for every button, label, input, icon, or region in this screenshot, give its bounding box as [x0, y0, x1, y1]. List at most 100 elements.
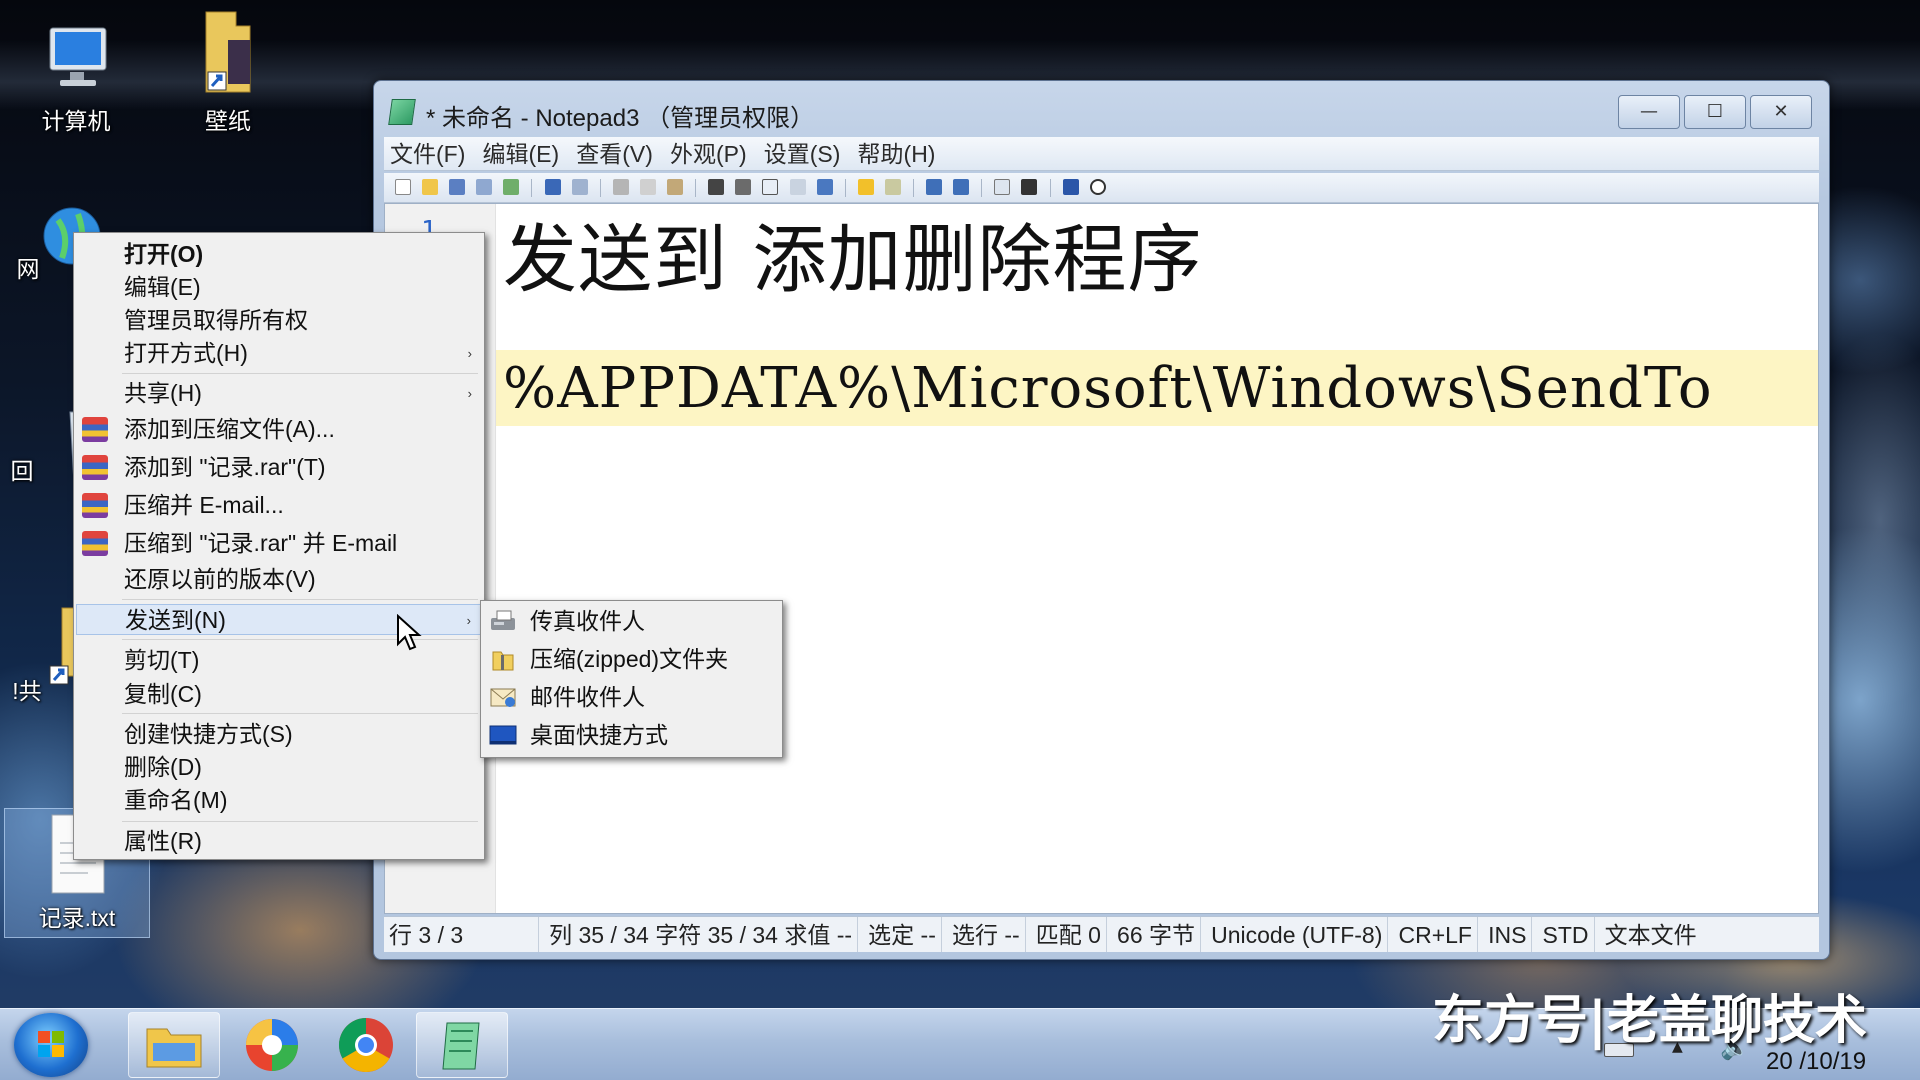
favorite-icon[interactable]	[857, 179, 874, 195]
winrar-icon	[82, 417, 108, 442]
context-item-compress-email[interactable]: 压缩并 E-mail...	[76, 490, 482, 521]
send-to-mail-recipient[interactable]: 邮件收件人	[483, 679, 780, 715]
new-file-icon[interactable]	[395, 179, 411, 195]
save-as-icon[interactable]	[476, 179, 493, 195]
maximize-button[interactable]: ☐	[1684, 95, 1746, 129]
context-item-copy[interactable]: 复制(C)	[76, 679, 482, 710]
clock[interactable]: 20 /10/19	[1766, 1048, 1866, 1076]
zoom-in-icon[interactable]	[926, 179, 943, 195]
menu-view[interactable]: 查看(V)	[570, 137, 659, 171]
zoom-out-icon[interactable]	[953, 179, 970, 195]
taskbar-explorer[interactable]	[128, 1012, 220, 1078]
colorful-browser-icon	[246, 1019, 298, 1071]
submenu-item-label: 传真收件人	[530, 608, 645, 634]
status-bar: 行 3 / 3 列 35 / 34 字符 35 / 34 求值 -- 选定 --…	[384, 916, 1819, 952]
folder-shortcut-icon	[188, 6, 268, 98]
taskbar-notepad3[interactable]	[416, 1012, 508, 1078]
status-insert-mode[interactable]: INS	[1483, 917, 1533, 952]
mouse-cursor-icon	[396, 613, 422, 658]
customize-icon[interactable]	[1021, 179, 1038, 195]
title-bar[interactable]: * 未命名 - Notepad3 （管理员权限） — ☐ ✕	[374, 81, 1829, 137]
fax-icon	[489, 608, 517, 634]
context-item-open-with[interactable]: 打开方式(H) ›	[76, 338, 482, 369]
status-match: 匹配 0	[1031, 917, 1107, 952]
menu-bar: 文件(F) 编辑(E) 查看(V) 外观(P) 设置(S) 帮助(H)	[384, 137, 1819, 171]
menu-file[interactable]: 文件(F)	[384, 137, 471, 171]
toolbar-separator	[981, 179, 983, 197]
exit-icon[interactable]	[1089, 179, 1106, 195]
redo-icon[interactable]	[571, 179, 588, 195]
context-item-label: 打开方式(H)	[124, 340, 248, 366]
zoom-find-icon[interactable]	[816, 179, 833, 195]
send-to-fax-recipient[interactable]: 传真收件人	[483, 603, 780, 639]
toolbar-separator	[912, 179, 914, 197]
reload-icon[interactable]	[503, 179, 520, 195]
menu-edit[interactable]: 编辑(E)	[476, 137, 565, 171]
status-file-type[interactable]: 文本文件	[1600, 917, 1702, 952]
context-item-add-to-rar[interactable]: 添加到 "记录.rar"(T)	[76, 452, 482, 483]
menu-separator	[122, 821, 478, 822]
editor-area[interactable]: 1 发送到 添加删除程序 %APPDATA%\Microsoft\Windows…	[384, 203, 1819, 914]
undo-icon[interactable]	[544, 179, 561, 195]
context-item-compress-rar-email[interactable]: 压缩到 "记录.rar" 并 E-mail	[76, 528, 482, 559]
context-item-label: 复制(C)	[124, 681, 202, 707]
menu-separator	[122, 639, 478, 640]
status-bytes: 66 字节	[1112, 917, 1202, 952]
status-encoding[interactable]: Unicode (UTF-8)	[1206, 917, 1389, 952]
context-item-add-to-archive[interactable]: 添加到压缩文件(A)...	[76, 414, 482, 445]
copy-icon[interactable]	[639, 179, 656, 195]
window-title: * 未命名 - Notepad3 （管理员权限）	[426, 105, 815, 132]
cut-icon[interactable]	[612, 179, 629, 195]
paste-icon[interactable]	[667, 179, 684, 195]
menu-separator	[122, 713, 478, 714]
submenu-arrow-icon: ›	[467, 386, 472, 401]
menu-settings[interactable]: 设置(S)	[758, 137, 847, 171]
context-item-edit[interactable]: 编辑(E)	[76, 272, 482, 303]
menu-separator	[122, 373, 478, 374]
send-to-zip-folder[interactable]: 压缩(zipped)文件夹	[483, 641, 780, 677]
context-item-label: 共享(H)	[124, 380, 202, 406]
save-icon[interactable]	[449, 179, 466, 195]
send-to-desktop-shortcut[interactable]: 桌面快捷方式	[483, 717, 780, 753]
taskbar-chrome[interactable]	[320, 1012, 412, 1078]
add-favorite-icon[interactable]	[884, 179, 901, 195]
notepad3-window: * 未命名 - Notepad3 （管理员权限） — ☐ ✕ 文件(F) 编辑(…	[373, 80, 1830, 960]
scheme-icon[interactable]	[994, 179, 1011, 195]
desktop-icon-label: 计算机	[41, 108, 111, 134]
pin-icon[interactable]	[1062, 179, 1079, 195]
desktop-icon-wallpaper[interactable]: 壁纸	[158, 6, 298, 136]
close-button[interactable]: ✕	[1750, 95, 1812, 129]
context-item-label: 添加到压缩文件(A)...	[124, 416, 335, 442]
winrar-icon	[82, 531, 108, 556]
open-folder-icon[interactable]	[422, 179, 439, 195]
find-icon[interactable]	[708, 179, 725, 195]
indent-icon[interactable]	[789, 179, 806, 195]
status-eol[interactable]: CR+LF	[1393, 917, 1478, 952]
menu-help[interactable]: 帮助(H)	[852, 137, 942, 171]
context-item-delete[interactable]: 删除(D)	[76, 752, 482, 783]
start-button[interactable]	[14, 1013, 88, 1077]
desktop-icon-label: 壁纸	[205, 108, 251, 134]
minimize-button[interactable]: —	[1618, 95, 1680, 129]
menu-appearance[interactable]: 外观(P)	[664, 137, 753, 171]
context-menu: 打开(O) 编辑(E) 管理员取得所有权 打开方式(H) › 共享(H) › 添加到…	[73, 232, 485, 860]
winrar-icon	[82, 493, 108, 518]
context-item-properties[interactable]: 属性(R)	[76, 826, 482, 857]
winrar-icon	[82, 455, 108, 480]
context-item-open[interactable]: 打开(O)	[76, 239, 482, 270]
context-item-label: 属性(R)	[124, 828, 202, 854]
context-item-rename[interactable]: 重命名(M)	[76, 785, 482, 816]
context-item-share[interactable]: 共享(H) ›	[76, 378, 482, 409]
desktop-icon-computer[interactable]: 计算机	[6, 22, 146, 136]
context-item-label: 管理员取得所有权	[124, 307, 308, 333]
status-std[interactable]: STD	[1538, 917, 1595, 952]
replace-icon[interactable]	[735, 179, 752, 195]
context-item-restore-versions[interactable]: 还原以前的版本(V)	[76, 564, 482, 595]
word-wrap-icon[interactable]	[762, 179, 779, 195]
submenu-item-label: 桌面快捷方式	[530, 722, 668, 748]
taskbar-browser-360[interactable]	[226, 1012, 318, 1078]
status-selected: 选定 --	[863, 917, 942, 952]
context-item-create-shortcut[interactable]: 创建快捷方式(S)	[76, 719, 482, 750]
context-item-take-ownership[interactable]: 管理员取得所有权	[76, 305, 482, 336]
context-item-label: 创建快捷方式(S)	[124, 721, 293, 747]
